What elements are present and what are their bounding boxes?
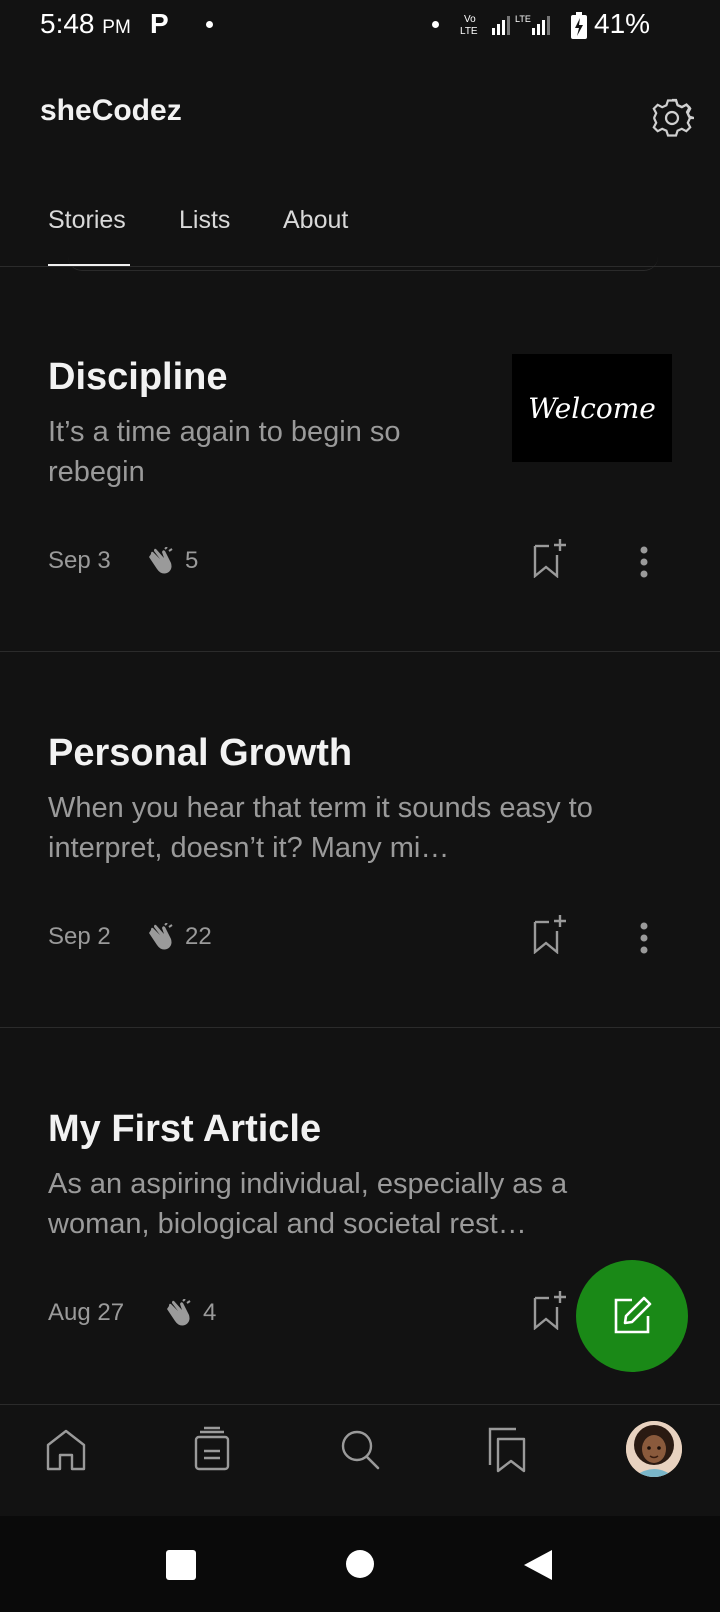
home-icon[interactable] <box>44 1425 88 1473</box>
svg-text:LTE: LTE <box>515 14 531 24</box>
story-card[interactable]: Personal Growth When you hear that term … <box>0 652 720 1028</box>
thumbnail-image-text: Welcome <box>528 391 656 425</box>
recents-button[interactable] <box>166 1550 196 1580</box>
bookmark-add-icon[interactable] <box>532 538 570 578</box>
avatar[interactable] <box>626 1421 682 1477</box>
parking-app-icon: P <box>150 8 169 39</box>
battery-percent: 41% <box>594 8 651 39</box>
clap-count: 4 <box>203 1299 217 1326</box>
search-icon[interactable] <box>338 1425 382 1473</box>
story-thumbnail[interactable]: Welcome <box>512 354 672 462</box>
story-date: Sep 3 <box>48 547 111 574</box>
clap-count: 22 <box>185 923 212 950</box>
bookmark-add-icon[interactable] <box>532 914 570 954</box>
home-button[interactable] <box>346 1550 374 1578</box>
tab-about[interactable]: About <box>283 206 348 235</box>
more-vertical-icon[interactable] <box>636 920 652 956</box>
bookmarks-icon[interactable] <box>484 1425 528 1473</box>
story-title[interactable]: My First Article <box>48 1108 321 1151</box>
status-bar: 5:48 PM P Vo LTE LTE 41% <box>0 0 720 52</box>
battery-icon <box>571 12 587 39</box>
avatar-image <box>626 1421 682 1477</box>
tab-lists[interactable]: Lists <box>179 206 230 235</box>
svg-text:LTE: LTE <box>460 26 478 37</box>
more-vertical-icon[interactable] <box>636 544 652 580</box>
edit-icon <box>614 1296 652 1334</box>
story-subtitle: As an aspiring individual, especially as… <box>48 1168 568 1240</box>
story-date: Aug 27 <box>48 1299 125 1326</box>
feed-icon[interactable] <box>190 1425 234 1473</box>
clap-count: 5 <box>185 547 199 574</box>
svg-text:Vo: Vo <box>464 14 476 25</box>
tab-bar-shadow <box>68 256 658 271</box>
clap-icon[interactable] <box>145 923 177 953</box>
system-navigation-bar <box>0 1516 720 1612</box>
story-title[interactable]: Personal Growth <box>48 732 352 775</box>
gear-icon[interactable] <box>650 96 694 140</box>
publication-title: sheCodez <box>40 94 182 127</box>
back-button[interactable] <box>522 1548 554 1582</box>
bookmark-add-icon[interactable] <box>532 1290 570 1330</box>
status-time: 5:48 PM <box>40 8 131 39</box>
clap-icon[interactable] <box>163 1299 195 1329</box>
write-story-button[interactable] <box>576 1260 688 1372</box>
tab-bar: Stories Lists About <box>0 196 720 271</box>
divider <box>0 266 720 267</box>
notification-dot-icon <box>206 21 213 28</box>
tab-stories[interactable]: Stories <box>48 206 126 235</box>
story-card[interactable]: Discipline It’s a time again to begin so… <box>0 276 720 652</box>
bottom-navigation <box>0 1404 720 1517</box>
story-title[interactable]: Discipline <box>48 356 228 399</box>
story-subtitle: When you hear that term it sounds easy t… <box>48 792 593 864</box>
notification-dot-icon <box>432 21 439 28</box>
signal-icon: Vo LTE LTE <box>460 14 550 37</box>
story-subtitle: It’s a time again to begin so rebegin <box>48 416 401 488</box>
clap-icon[interactable] <box>145 547 177 577</box>
story-date: Sep 2 <box>48 923 111 950</box>
